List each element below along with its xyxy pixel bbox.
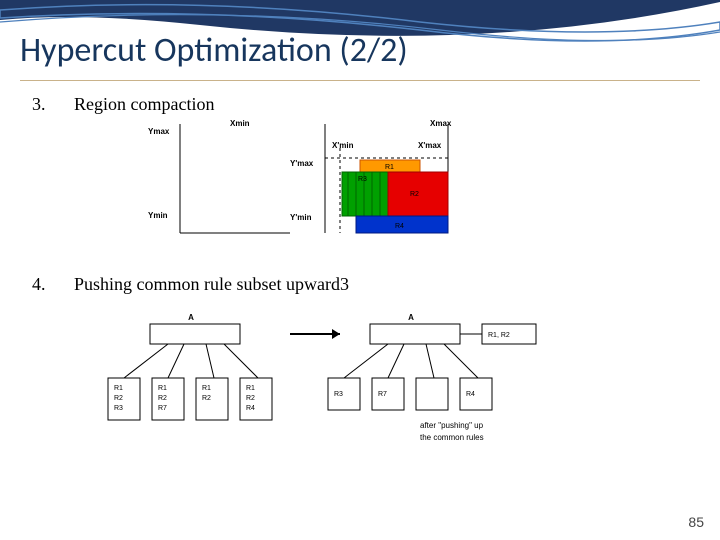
l-leaf3-r1: R1 bbox=[202, 385, 211, 392]
r-leaf1-r3: R3 bbox=[334, 391, 343, 398]
left-root-label: A bbox=[188, 313, 194, 322]
list-text-3: Region compaction bbox=[74, 94, 214, 115]
r-leaf4-r4: R4 bbox=[466, 391, 475, 398]
r3-label: R3 bbox=[358, 176, 367, 183]
ymax-label: Ymax bbox=[148, 127, 170, 136]
xpmin-label: X'min bbox=[332, 141, 354, 150]
l-leaf1-r2: R2 bbox=[114, 395, 123, 402]
caption-line1: after "pushing" up bbox=[420, 421, 484, 430]
page-title: Hypercut Optimization (2/2) bbox=[20, 30, 408, 71]
ypmax-label: Y'max bbox=[290, 159, 314, 168]
l-leaf2-r2: R2 bbox=[158, 395, 167, 402]
r4-label: R4 bbox=[395, 223, 404, 230]
l-leaf2-r1: R1 bbox=[158, 385, 167, 392]
ymin-label: Ymin bbox=[148, 211, 168, 220]
l-leaf4-r1: R1 bbox=[246, 385, 255, 392]
common-rules-label: R1, R2 bbox=[488, 332, 510, 339]
l-leaf2-r7: R7 bbox=[158, 405, 167, 412]
ypmin-label: Y'min bbox=[290, 213, 312, 222]
list-text-4: Pushing common rule subset upward3 bbox=[74, 274, 349, 295]
r2-label: R2 bbox=[410, 191, 419, 198]
figure-push-upward: A R1 R2 R3 R1 R2 R7 R1 R2 R1 R2 R4 A R1,… bbox=[90, 310, 590, 460]
l-leaf4-r2: R2 bbox=[246, 395, 255, 402]
l-leaf3-r2: R2 bbox=[202, 395, 211, 402]
l-leaf1-r1: R1 bbox=[114, 385, 123, 392]
xpmax-label: X'max bbox=[418, 141, 442, 150]
l-leaf1-r3: R3 bbox=[114, 405, 123, 412]
page-number: 85 bbox=[688, 514, 704, 530]
xmin-label: Xmin bbox=[230, 119, 250, 128]
right-root-label: A bbox=[408, 313, 414, 322]
xmax-label: Xmax bbox=[430, 119, 452, 128]
figure-region-compaction: Ymax Ymin Xmin Xmax X'min X'max Y'max Y'… bbox=[130, 118, 470, 248]
r1-label: R1 bbox=[385, 164, 394, 171]
title-underline bbox=[20, 80, 700, 81]
caption-line2: the common rules bbox=[420, 433, 484, 442]
l-leaf4-r4: R4 bbox=[246, 405, 255, 412]
r-leaf2-r7: R7 bbox=[378, 391, 387, 398]
list-number-3: 3. bbox=[32, 94, 46, 115]
list-number-4: 4. bbox=[32, 274, 46, 295]
